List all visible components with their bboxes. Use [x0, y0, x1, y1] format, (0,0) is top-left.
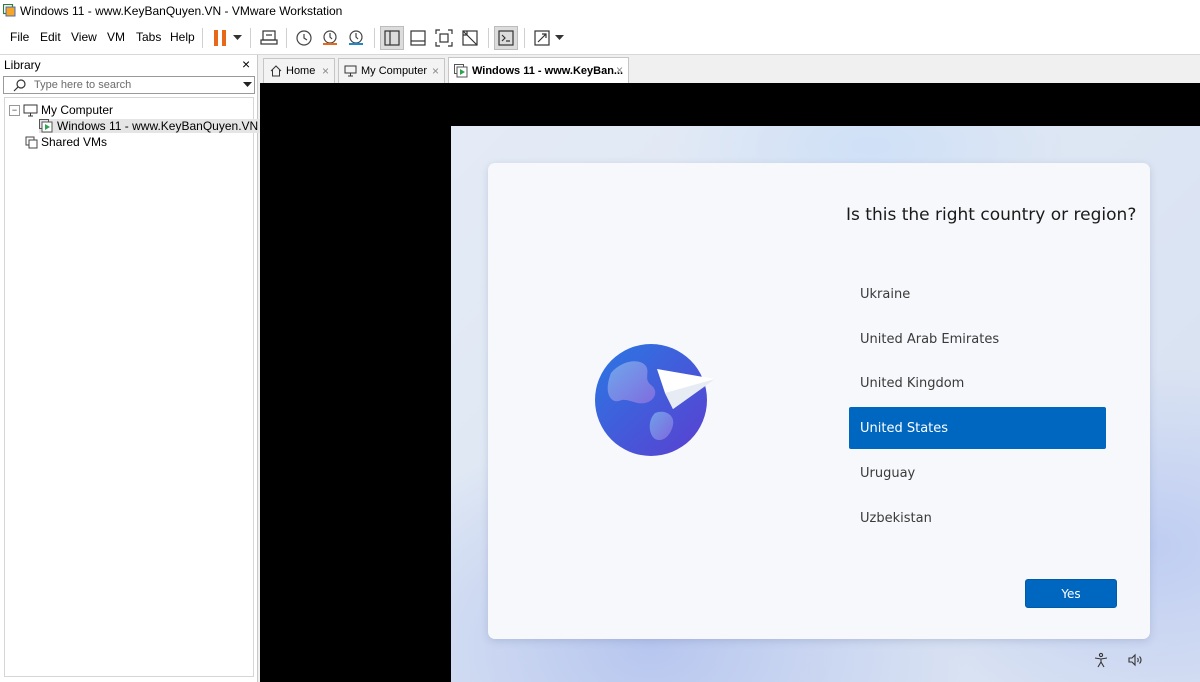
globe-icon: [595, 344, 715, 456]
snapshot-manager-icon: [349, 30, 363, 45]
show-library-button[interactable]: [380, 26, 404, 50]
tab-label: Home: [286, 65, 316, 77]
show-thumbnail-bar-button[interactable]: [406, 26, 430, 50]
send-ctrl-alt-del-button[interactable]: [257, 26, 281, 50]
accessibility-icon[interactable]: [1093, 652, 1109, 668]
library-close-button[interactable]: ×: [242, 56, 250, 72]
toolbar-separator: [250, 28, 251, 48]
tree-item-vm[interactable]: Windows 11 - www.KeyBanQuyen.VN: [39, 119, 261, 133]
oobe-card: Is this the right country or region? Ukr…: [488, 163, 1150, 639]
tab-home[interactable]: Home ×: [263, 58, 335, 83]
revert-snapshot-icon: [323, 30, 337, 45]
menu-view[interactable]: View: [71, 30, 97, 44]
toolbar-separator: [524, 28, 525, 48]
menu-tabs[interactable]: Tabs: [136, 30, 161, 44]
take-snapshot-button[interactable]: [292, 26, 316, 50]
windows-oobe-screen: Is this the right country or region? Ukr…: [451, 126, 1200, 682]
unity-icon: [462, 30, 478, 46]
computer-icon: [344, 65, 357, 77]
send-ctrl-alt-del-icon: [260, 30, 278, 45]
tab-close-button[interactable]: ×: [432, 64, 439, 78]
menu-toolbar: File Edit View VM Tabs Help: [0, 22, 1200, 55]
menu-vm[interactable]: VM: [107, 30, 125, 44]
dropdown-arrow-icon: [232, 35, 242, 40]
menu-edit[interactable]: Edit: [40, 30, 61, 44]
yes-button[interactable]: Yes: [1025, 579, 1117, 608]
tab-my-computer[interactable]: My Computer ×: [338, 58, 445, 83]
toolbar-separator: [374, 28, 375, 48]
volume-icon[interactable]: [1127, 652, 1143, 668]
toolbar-separator: [286, 28, 287, 48]
tab-bar: Home × My Computer × Windows 11 - www.Ke…: [260, 55, 1200, 84]
country-option[interactable]: Uzbekistan: [849, 497, 1106, 539]
menu-file[interactable]: File: [10, 30, 29, 44]
tab-close-button[interactable]: ×: [616, 63, 623, 77]
library-tree: − My Computer Windows 11 - www.KeyBanQuy…: [4, 97, 261, 677]
stretch-dropdown-button[interactable]: [552, 26, 566, 50]
library-search-box: [3, 76, 255, 94]
vm-running-icon: [39, 119, 53, 133]
tree-label: Shared VMs: [41, 135, 108, 149]
library-title: Library: [4, 58, 41, 72]
tree-expander[interactable]: −: [9, 104, 20, 116]
show-library-icon: [384, 30, 400, 46]
tree-label: Windows 11 - www.KeyBanQuyen.VN: [57, 119, 259, 133]
vmware-app-icon: [3, 4, 16, 17]
search-icon: [13, 79, 26, 92]
country-option[interactable]: Uruguay: [849, 452, 1106, 494]
oobe-question: Is this the right country or region?: [846, 205, 1137, 225]
library-panel: Library × − My Computer Windows 11 - www…: [0, 55, 261, 682]
revert-snapshot-button[interactable]: [318, 26, 342, 50]
tab-label: My Computer: [361, 65, 428, 77]
country-option[interactable]: Ukraine: [849, 273, 1106, 315]
search-dropdown-icon[interactable]: [243, 82, 252, 88]
tree-item-my-computer[interactable]: − My Computer: [9, 103, 113, 117]
country-option[interactable]: United Kingdom: [849, 362, 1106, 404]
toolbar-separator: [488, 28, 489, 48]
stretch-guest-button[interactable]: [530, 26, 554, 50]
title-bar: Windows 11 - www.KeyBanQuyen.VN - VMware…: [0, 0, 1200, 22]
tab-close-button[interactable]: ×: [322, 64, 329, 78]
tab-label: Windows 11 - www.KeyBan...: [472, 65, 624, 77]
menu-help[interactable]: Help: [170, 30, 195, 44]
dropdown-arrow-icon: [554, 35, 564, 40]
country-option[interactable]: United Arab Emirates: [849, 318, 1106, 360]
toolbar-separator: [202, 28, 203, 48]
vm-running-icon: [454, 64, 468, 78]
take-snapshot-icon: [296, 30, 312, 46]
stretch-guest-icon: [534, 30, 550, 46]
computer-icon: [23, 104, 38, 116]
pause-icon: [214, 30, 226, 46]
tree-label: My Computer: [41, 103, 114, 117]
tree-item-shared-vms[interactable]: Shared VMs: [25, 135, 107, 149]
full-screen-icon: [435, 29, 453, 47]
console-view-button[interactable]: [494, 26, 518, 50]
vm-console[interactable]: Is this the right country or region? Ukr…: [260, 83, 1200, 682]
snapshot-manager-button[interactable]: [344, 26, 368, 50]
country-option-selected[interactable]: United States: [849, 407, 1106, 449]
shared-vms-icon: [25, 136, 38, 148]
show-thumbnail-bar-icon: [410, 30, 426, 46]
library-search-input[interactable]: [34, 78, 224, 92]
unity-button[interactable]: [458, 26, 482, 50]
console-view-icon: [498, 30, 514, 46]
library-header: Library ×: [0, 55, 257, 75]
power-dropdown-button[interactable]: [229, 26, 245, 50]
full-screen-button[interactable]: [432, 26, 456, 50]
tab-windows-11-vm[interactable]: Windows 11 - www.KeyBan... ×: [448, 57, 629, 84]
window-title: Windows 11 - www.KeyBanQuyen.VN - VMware…: [20, 4, 343, 18]
home-icon: [270, 65, 282, 77]
